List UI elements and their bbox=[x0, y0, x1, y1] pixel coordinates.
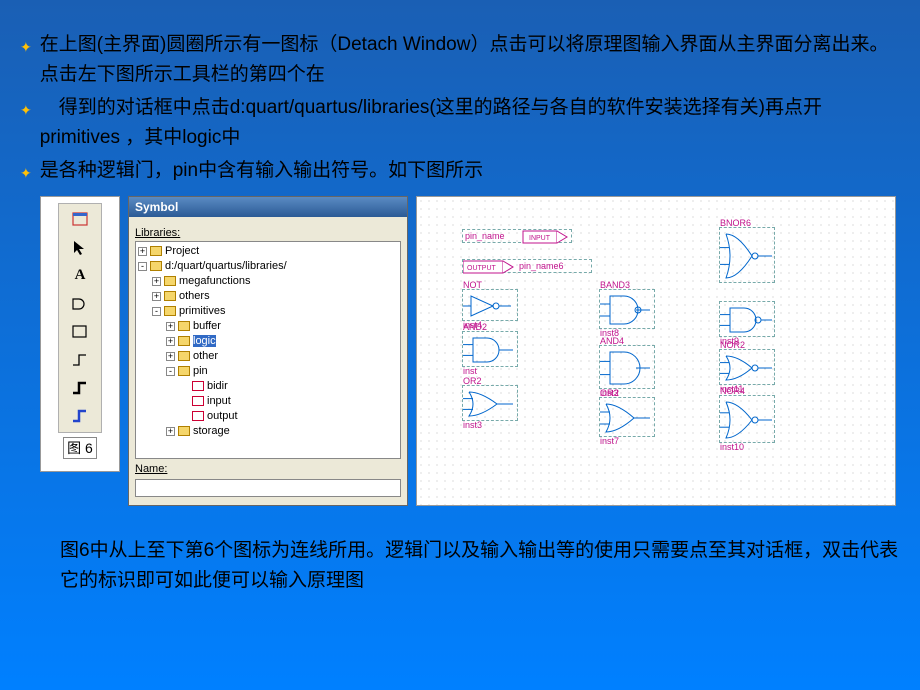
arrow-icon[interactable] bbox=[68, 236, 92, 260]
svg-text:INPUT: INPUT bbox=[529, 235, 551, 242]
text-icon[interactable]: A bbox=[68, 264, 92, 288]
tree-node[interactable]: +buffer bbox=[166, 319, 398, 334]
schematic-symbol[interactable]: BNOR6 bbox=[719, 227, 775, 283]
tree-node[interactable]: +storage bbox=[166, 424, 398, 439]
tree-node[interactable]: -pin bbox=[166, 364, 398, 379]
name-input[interactable] bbox=[135, 479, 401, 497]
schematic-symbol[interactable]: OR2inst3 bbox=[462, 385, 518, 421]
tree-node[interactable]: -primitives bbox=[152, 304, 398, 319]
bullet-icon: ✦ bbox=[20, 36, 32, 91]
conduit-icon[interactable] bbox=[68, 404, 92, 428]
wire-icon[interactable] bbox=[68, 348, 92, 372]
libraries-label: Libraries: bbox=[135, 227, 401, 239]
bus-icon[interactable] bbox=[68, 376, 92, 400]
schematic-symbol[interactable]: pin_nameINPUT bbox=[462, 229, 572, 243]
schematic-symbol[interactable]: AND2inst bbox=[462, 331, 518, 367]
tree-node[interactable]: bidir bbox=[180, 379, 398, 394]
schematic-symbol[interactable]: NOTinst4 bbox=[462, 289, 518, 321]
detach-window-icon[interactable] bbox=[68, 208, 92, 232]
toolbar-caption: 图 6 bbox=[63, 437, 97, 459]
name-label: Name: bbox=[135, 463, 401, 475]
block-icon[interactable] bbox=[68, 320, 92, 344]
symbol-dialog: Symbol Libraries: +Project-d:/quart/quar… bbox=[128, 196, 408, 506]
tree-node[interactable]: +logic bbox=[166, 334, 398, 349]
tree-node[interactable]: output bbox=[180, 409, 398, 424]
toolbar-figure: A 图 6 bbox=[40, 196, 120, 472]
schematic-symbol[interactable]: NOR2inst11 bbox=[719, 349, 775, 385]
bullet-icon: ✦ bbox=[20, 162, 32, 186]
schematic-symbol[interactable]: inst9 bbox=[719, 301, 775, 337]
schematic-symbol[interactable]: OR3inst7 bbox=[599, 397, 655, 437]
schematic-symbol[interactable]: BAND3inst8 bbox=[599, 289, 655, 329]
schematic-canvas[interactable]: pin_nameINPUT OUTPUTpin_name6 NOTinst4 AND2… bbox=[416, 196, 896, 506]
svg-text:OUTPUT: OUTPUT bbox=[467, 265, 497, 272]
symbol-icon[interactable] bbox=[68, 292, 92, 316]
bullet-item: ✦ 是各种逻辑门，pin中含有输入输出符号。如下图所示 bbox=[20, 156, 900, 186]
bottom-paragraph: 图6中从上至下第6个图标为连线所用。逻辑门以及输入输出等的使用只需要点至其对话框… bbox=[60, 536, 900, 597]
tree-node[interactable]: -d:/quart/quartus/libraries/ bbox=[138, 259, 398, 274]
tree-node[interactable]: +others bbox=[152, 289, 398, 304]
bullet-item: ✦ 在上图(主界面)圆圈所示有一图标（Detach Window）点击可以将原理… bbox=[20, 30, 900, 91]
tree-node[interactable]: +other bbox=[166, 349, 398, 364]
schematic-symbol[interactable]: AND4inst2 bbox=[599, 345, 655, 389]
bullet-icon: ✦ bbox=[20, 99, 32, 154]
bullet-text: 在上图(主界面)圆圈所示有一图标（Detach Window）点击可以将原理图输… bbox=[40, 30, 900, 91]
symbol-title: Symbol bbox=[129, 197, 407, 217]
bullet-item: ✦ 得到的对话框中点击d:quart/quartus/libraries(这里的… bbox=[20, 93, 900, 154]
libraries-tree[interactable]: +Project-d:/quart/quartus/libraries/+meg… bbox=[135, 241, 401, 459]
bullet-text: 是各种逻辑门，pin中含有输入输出符号。如下图所示 bbox=[40, 156, 900, 186]
tree-node[interactable]: +Project bbox=[138, 244, 398, 259]
tree-node[interactable]: input bbox=[180, 394, 398, 409]
schematic-symbol[interactable]: OUTPUTpin_name6 bbox=[462, 259, 592, 273]
tree-node[interactable]: +megafunctions bbox=[152, 274, 398, 289]
schematic-symbol[interactable]: NOR4inst10 bbox=[719, 395, 775, 443]
bullet-text: 得到的对话框中点击d:quart/quartus/libraries(这里的路径… bbox=[40, 93, 900, 154]
